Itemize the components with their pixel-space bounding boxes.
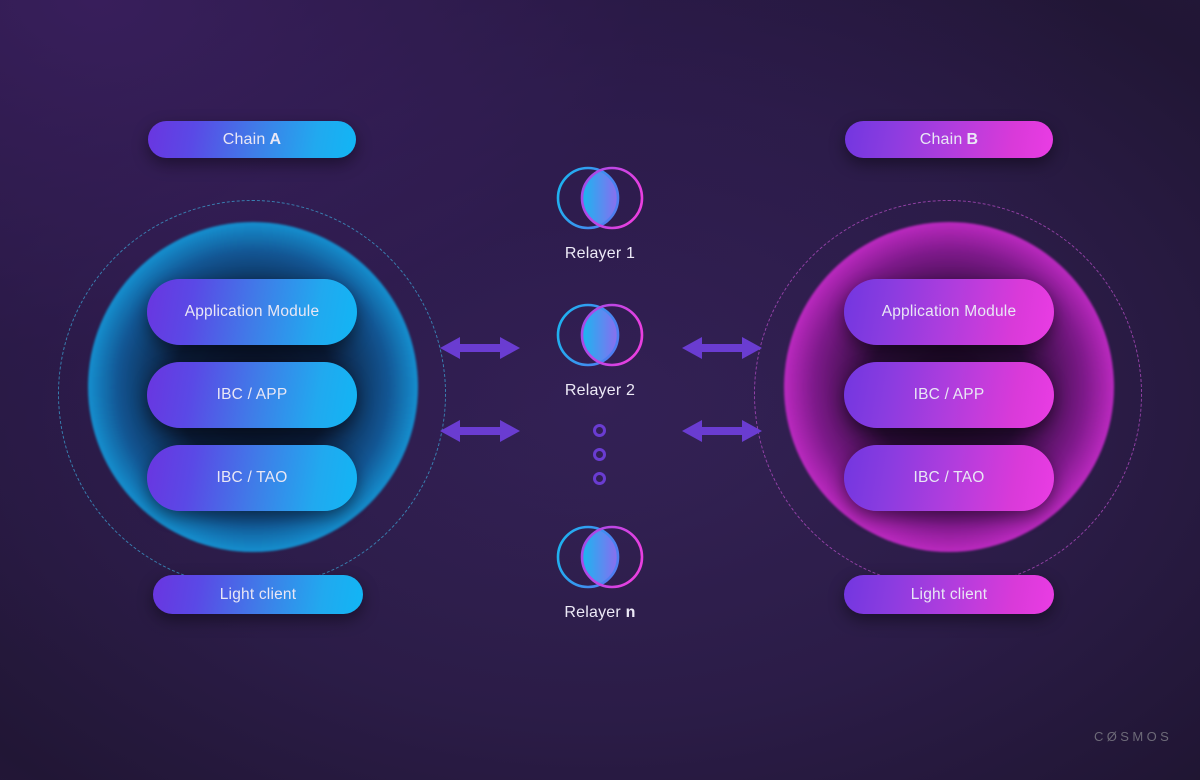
relayer-2-label: Relayer 2 [540,382,660,400]
relayer-2[interactable]: Relayer 2 [540,295,660,400]
chain-a-module-application[interactable]: Application Module [147,279,357,345]
chain-b-module-ibc-app[interactable]: IBC / APP [844,362,1054,428]
cosmos-watermark: CØSMOS [1094,729,1173,744]
venn-overlap-icon [556,303,644,367]
relayer-2-label-prefix: Relayer [564,382,622,399]
relayer-n[interactable]: Relayer n [540,517,660,622]
chain-b-module-application[interactable]: Application Module [844,279,1054,345]
ellipsis-dot [593,472,606,485]
chain-b-module-ibc-tao-label: IBC / TAO [913,469,985,486]
relayer-n-label-prefix: Relayer [564,604,621,621]
chain-b-module-ibc-tao[interactable]: IBC / TAO [844,445,1054,511]
arrow-chain-a-relayer-2 [440,420,520,442]
relayer-2-label-index: 2 [626,382,636,399]
chain-a-title-pill[interactable]: Chain A [148,121,356,158]
relayer-n-label: Relayer n [540,604,660,622]
chain-b-module-ibc-app-label: IBC / APP [913,386,985,403]
chain-a-module-ibc-tao-label: IBC / TAO [216,469,288,486]
chain-a-title-prefix: Chain [222,130,266,148]
chain-b-light-client-label: Light client [910,585,988,603]
relayer-1-label-index: 1 [626,245,636,262]
diagram-canvas: Chain A Application Module IBC / APP IBC… [0,0,1200,780]
chain-a-light-client-label: Light client [219,585,297,603]
chain-a-module-ibc-tao[interactable]: IBC / TAO [147,445,357,511]
relayer-ellipsis [593,424,606,485]
chain-a-module-application-label: Application Module [184,303,320,320]
chain-a-module-ibc-app[interactable]: IBC / APP [147,362,357,428]
chain-b-title-pill[interactable]: Chain B [845,121,1053,158]
arrow-relayer-1-chain-b [682,337,762,359]
relayer-1[interactable]: Relayer 1 [540,158,660,263]
ellipsis-dot [593,424,606,437]
chain-b-light-client[interactable]: Light client [844,575,1054,614]
ellipsis-dot [593,448,606,461]
chain-b-title-prefix: Chain [919,130,963,148]
relayer-1-label: Relayer 1 [540,245,660,263]
relayer-n-label-index: n [625,604,636,621]
chain-b-module-application-label: Application Module [881,303,1017,320]
venn-overlap-icon [556,166,644,230]
chain-b-title-letter: B [966,130,979,148]
chain-a-title-letter: A [269,130,282,148]
relayer-1-label-prefix: Relayer [564,245,622,262]
chain-a-light-client[interactable]: Light client [153,575,363,614]
venn-overlap-icon [556,525,644,589]
chain-a-module-ibc-app-label: IBC / APP [216,386,288,403]
arrow-chain-a-relayer-1 [440,337,520,359]
arrow-relayer-2-chain-b [682,420,762,442]
